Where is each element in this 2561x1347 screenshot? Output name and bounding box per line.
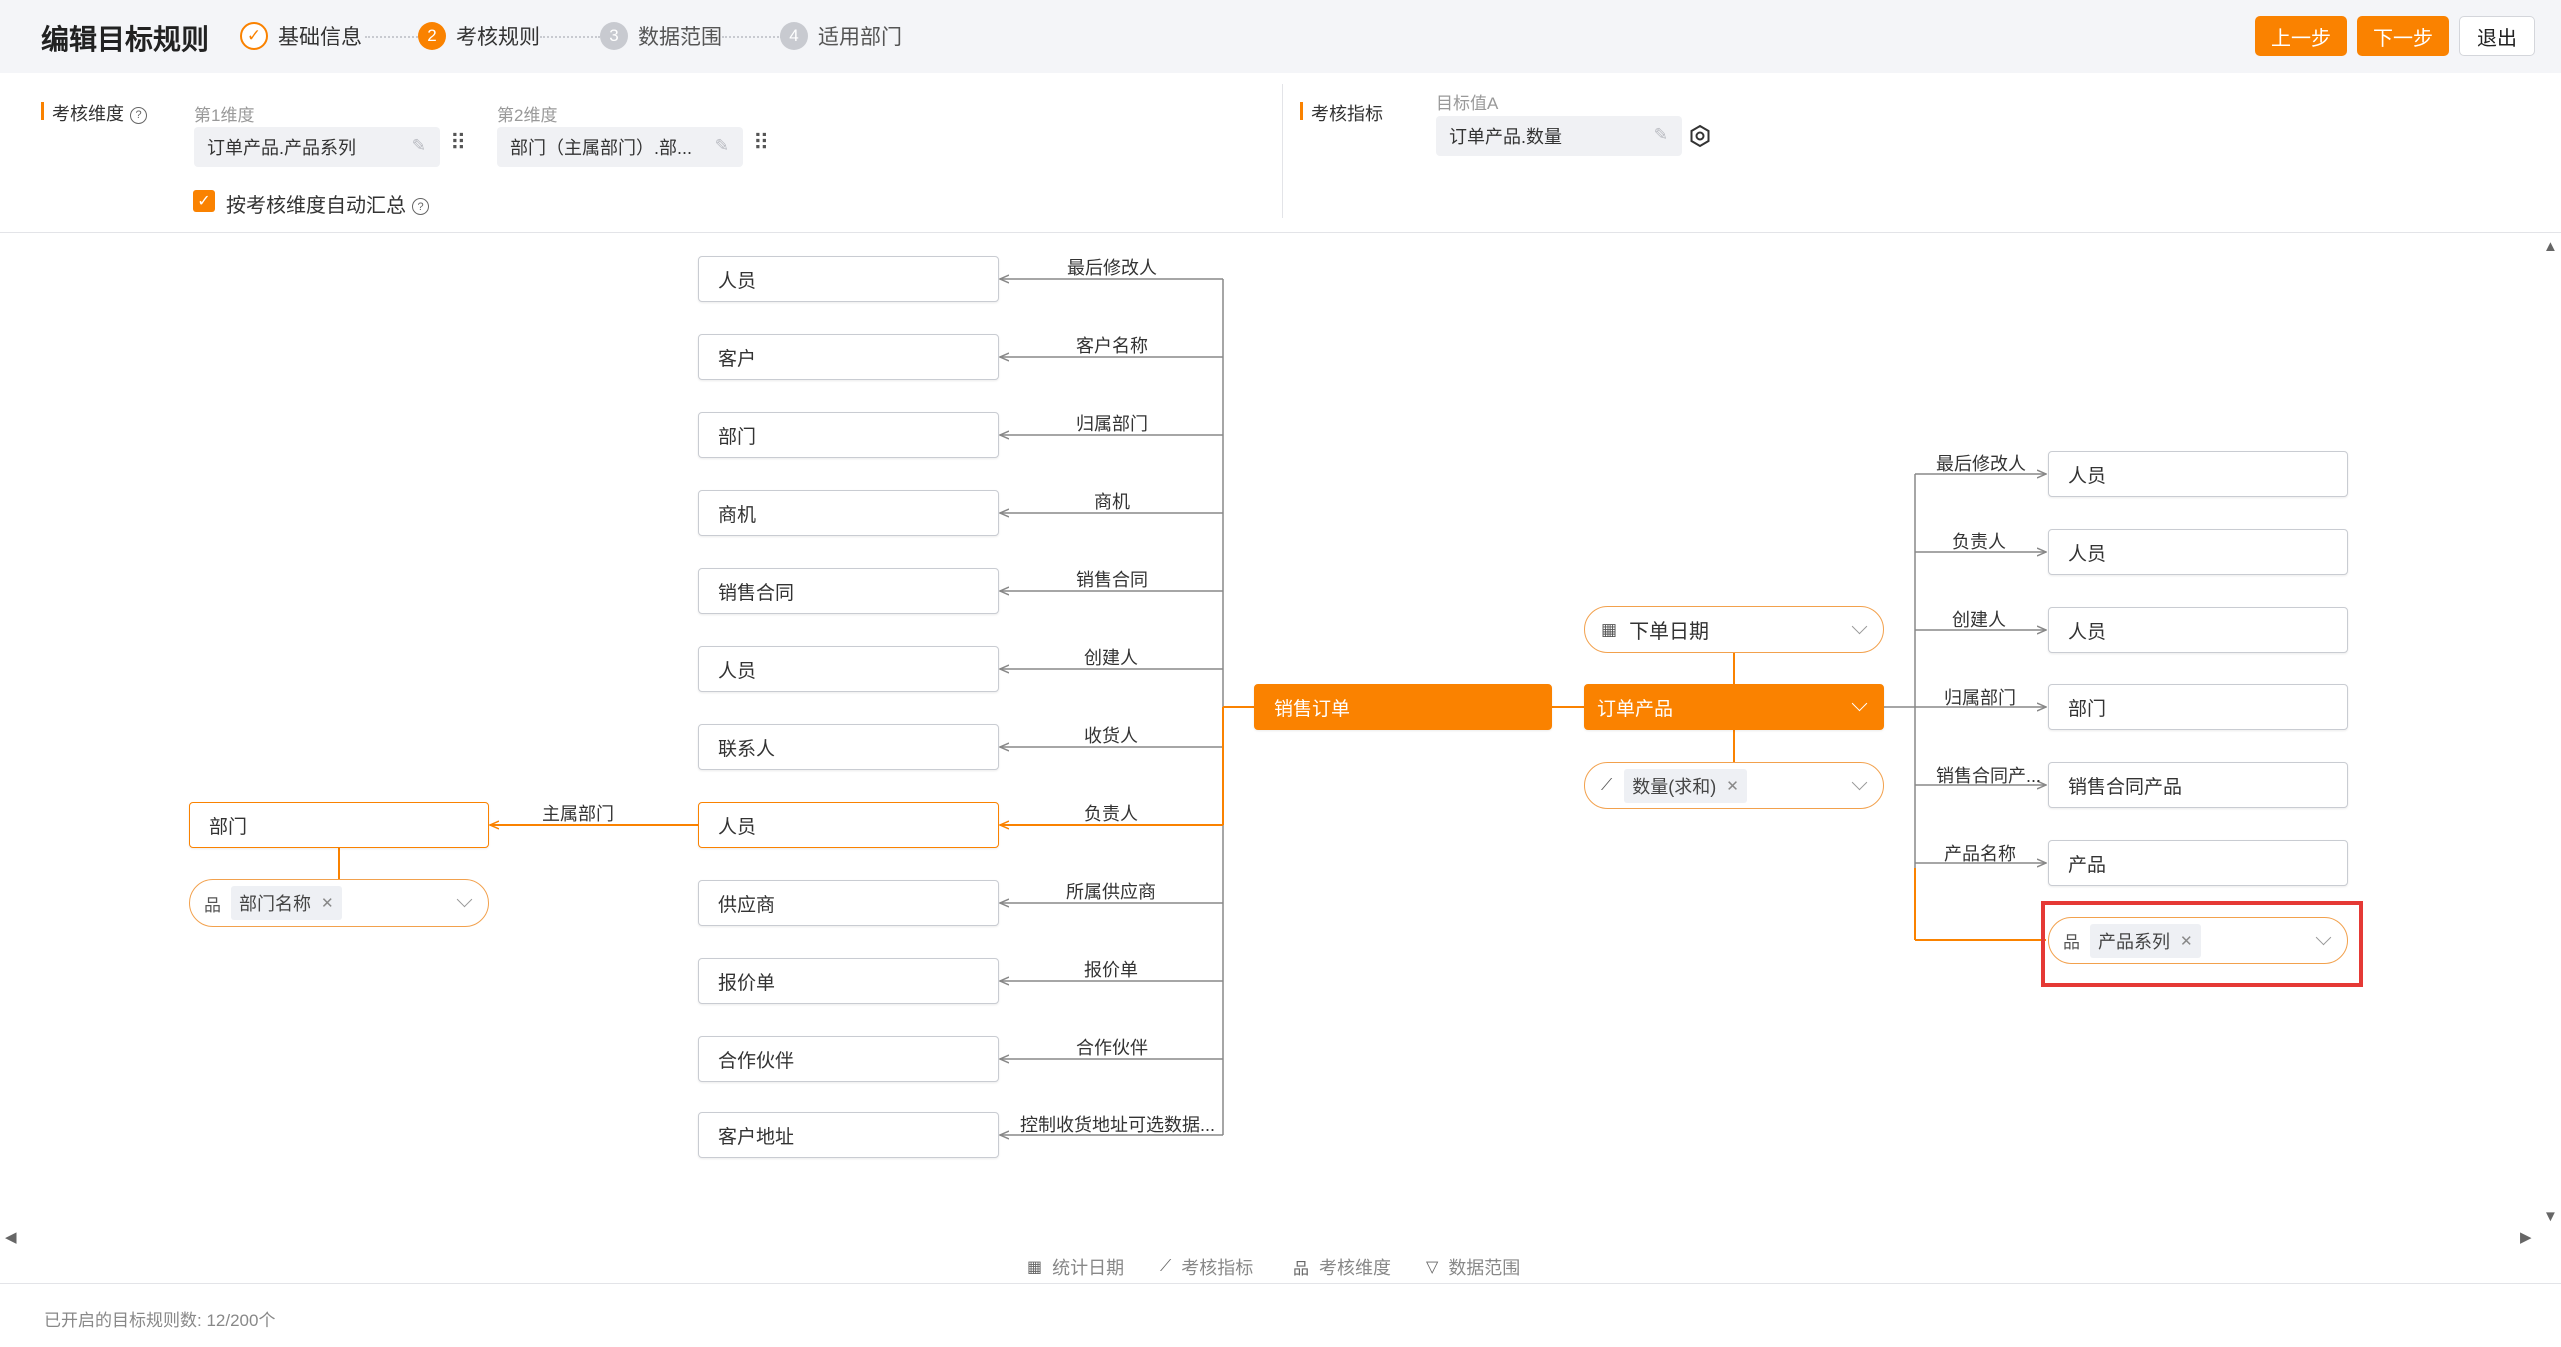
- edge-label: 商机: [1094, 492, 1130, 512]
- bottom-data-range[interactable]: ▽ 数据范围: [1426, 1254, 1520, 1280]
- right-node[interactable]: 人员: [2048, 451, 2348, 497]
- edge-label: 合作伙伴: [1076, 1038, 1148, 1058]
- right-node[interactable]: 人员: [2048, 607, 2348, 653]
- edge-label: 产品名称: [1944, 844, 2016, 864]
- left-node[interactable]: 供应商: [698, 880, 999, 926]
- edge-label: 控制收货地址可选数据...: [1020, 1115, 1216, 1135]
- line-chart-icon: ⟋: [1160, 1258, 1172, 1275]
- edge-label: 销售合同产...: [1936, 766, 2042, 786]
- edge-label: 创建人: [1952, 610, 2006, 630]
- quantity-select[interactable]: ⟋ 数量(求和) ✕: [1584, 762, 1884, 809]
- edge-label: 报价单: [1084, 960, 1138, 980]
- left-node-active[interactable]: 人员: [698, 802, 999, 848]
- left-node[interactable]: 商机: [698, 490, 999, 536]
- bottom-item-label: 考核维度: [1319, 1258, 1392, 1278]
- edge-label: 归属部门: [1076, 414, 1148, 434]
- left-node[interactable]: 人员: [698, 646, 999, 692]
- edge-label: 负责人: [1084, 804, 1138, 824]
- left-node[interactable]: 报价单: [698, 958, 999, 1004]
- edge-label: 创建人: [1084, 648, 1138, 668]
- edge-label: 客户名称: [1076, 336, 1148, 356]
- dept-dimension-select[interactable]: 品 部门名称 ✕: [189, 879, 489, 927]
- right-node[interactable]: 部门: [2048, 684, 2348, 730]
- filter-icon: ▽: [1426, 1259, 1439, 1276]
- dimension-tag-label: 部门名称: [239, 894, 311, 914]
- left-node[interactable]: 客户地址: [698, 1112, 999, 1158]
- scroll-left-icon[interactable]: ◀: [5, 1228, 17, 1246]
- quantity-tag: 数量(求和) ✕: [1624, 768, 1747, 803]
- bottom-item-label: 统计日期: [1052, 1258, 1125, 1278]
- order-product-label: 订单产品: [1597, 698, 1674, 720]
- scroll-up-icon[interactable]: ▲: [2543, 238, 2558, 255]
- chevron-down-icon[interactable]: [456, 891, 473, 908]
- close-icon[interactable]: ✕: [1726, 777, 1739, 795]
- left-node[interactable]: 销售合同: [698, 568, 999, 614]
- bottom-item-label: 数据范围: [1448, 1258, 1521, 1278]
- line-chart-icon: ⟋: [1601, 776, 1613, 794]
- sales-order-node[interactable]: 销售订单: [1254, 684, 1552, 730]
- left-node[interactable]: 部门: [698, 412, 999, 458]
- dept-node[interactable]: 部门: [189, 802, 489, 848]
- chevron-down-icon[interactable]: [1851, 618, 1868, 635]
- highlight-box: [2041, 901, 2363, 987]
- scroll-down-icon[interactable]: ▼: [2543, 1208, 2558, 1225]
- left-node[interactable]: 合作伙伴: [698, 1036, 999, 1082]
- bottom-stat-date[interactable]: ▦ 统计日期: [1027, 1254, 1124, 1280]
- quantity-tag-label: 数量(求和): [1632, 776, 1717, 797]
- dimension-tag: 部门名称 ✕: [231, 886, 342, 920]
- edge-label: 所属供应商: [1066, 882, 1156, 902]
- hierarchy-icon: 品: [1293, 1261, 1310, 1278]
- calendar-icon: ▦: [1027, 1259, 1043, 1276]
- left-node[interactable]: 联系人: [698, 724, 999, 770]
- scroll-right-icon[interactable]: ▶: [2520, 1228, 2532, 1246]
- order-date-select[interactable]: ▦ 下单日期: [1584, 606, 1884, 653]
- right-node[interactable]: 人员: [2048, 529, 2348, 575]
- edge-label: 负责人: [1952, 532, 2006, 552]
- order-product-node[interactable]: 订单产品: [1584, 684, 1884, 730]
- footer-status: 已开启的目标规则数: 12/200个: [44, 1311, 276, 1330]
- diagram-connectors: [338, 0, 2561, 1347]
- left-node[interactable]: 客户: [698, 334, 999, 380]
- right-node[interactable]: 产品: [2048, 840, 2348, 886]
- chevron-down-icon[interactable]: [1851, 695, 1868, 712]
- footer-divider: [0, 1283, 2561, 1284]
- edge-label: 归属部门: [1944, 688, 2016, 708]
- order-date-label: 下单日期: [1629, 621, 1710, 643]
- hierarchy-icon: 品: [204, 895, 221, 915]
- chevron-down-icon[interactable]: [1851, 774, 1868, 791]
- edge-label: 主属部门: [542, 804, 614, 824]
- bottom-item-label: 考核指标: [1181, 1258, 1254, 1278]
- edge-label: 最后修改人: [1936, 454, 2026, 474]
- right-node[interactable]: 销售合同产品: [2048, 762, 2348, 808]
- left-node[interactable]: 人员: [698, 256, 999, 302]
- calendar-icon: ▦: [1601, 619, 1618, 639]
- edge-label: 收货人: [1084, 726, 1138, 746]
- edge-label: 最后修改人: [1067, 258, 1157, 278]
- close-icon[interactable]: ✕: [321, 894, 334, 912]
- bottom-dimension[interactable]: 品 考核维度: [1293, 1254, 1391, 1280]
- edge-label: 销售合同: [1076, 570, 1148, 590]
- bottom-metric[interactable]: ⟋ 考核指标: [1160, 1254, 1253, 1280]
